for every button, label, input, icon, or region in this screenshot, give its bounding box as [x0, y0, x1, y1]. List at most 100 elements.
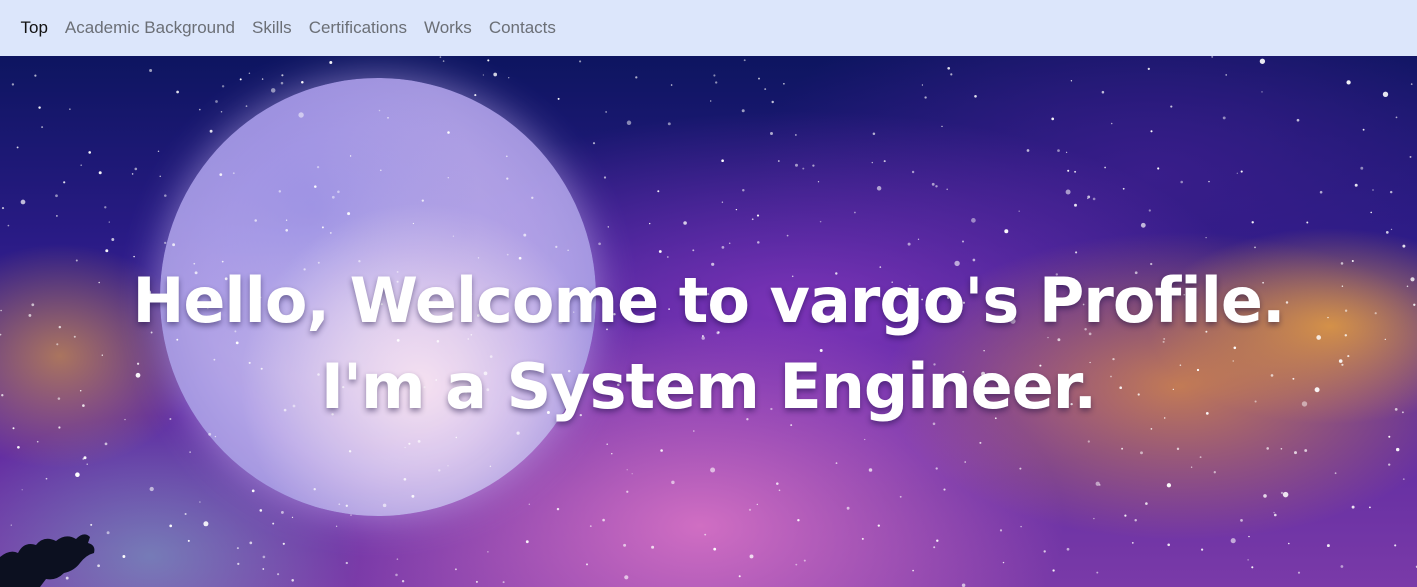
- star: [285, 219, 288, 221]
- star: [198, 108, 201, 111]
- star: [950, 73, 953, 76]
- star: [262, 555, 266, 559]
- star: [1121, 447, 1124, 450]
- star: [1190, 466, 1193, 468]
- star: [69, 108, 71, 110]
- navbar: Top Academic Background Skills Certifica…: [0, 0, 1417, 56]
- star: [439, 56, 442, 58]
- star: [758, 77, 760, 80]
- star: [285, 228, 289, 232]
- star: [555, 245, 558, 249]
- star: [280, 510, 284, 514]
- star: [98, 171, 102, 175]
- star: [301, 81, 304, 84]
- star: [122, 555, 126, 558]
- star: [232, 172, 235, 175]
- star: [658, 250, 662, 253]
- star: [974, 94, 977, 98]
- star: [236, 547, 239, 550]
- star: [349, 155, 352, 157]
- star: [585, 563, 589, 566]
- star: [1225, 74, 1228, 76]
- star: [1280, 448, 1283, 450]
- star: [776, 482, 779, 485]
- star: [1131, 542, 1134, 544]
- star: [396, 558, 399, 560]
- star: [1372, 189, 1374, 191]
- star: [88, 151, 92, 154]
- star: [1259, 58, 1266, 64]
- star: [272, 522, 275, 525]
- star: [1240, 519, 1243, 522]
- nav-item-academic-background[interactable]: Academic Background: [56, 0, 243, 56]
- star: [626, 469, 628, 471]
- star: [912, 569, 914, 572]
- star: [169, 524, 173, 528]
- star: [395, 573, 398, 577]
- star: [1280, 491, 1284, 495]
- star: [1122, 187, 1125, 190]
- star: [1388, 463, 1391, 466]
- star: [452, 235, 455, 237]
- star: [1096, 571, 1099, 574]
- star: [1087, 197, 1089, 200]
- nav-item-contacts[interactable]: Contacts: [480, 0, 564, 56]
- star: [936, 539, 939, 542]
- star: [924, 96, 927, 99]
- star: [172, 243, 176, 247]
- star: [728, 242, 731, 244]
- star: [704, 533, 707, 536]
- star: [505, 155, 508, 158]
- star: [75, 472, 80, 478]
- star: [1101, 90, 1105, 94]
- star: [36, 440, 39, 443]
- star: [721, 246, 725, 249]
- star: [757, 241, 760, 244]
- star: [635, 76, 638, 79]
- star: [795, 163, 798, 167]
- star: [1251, 221, 1254, 224]
- nav-item-certifications[interactable]: Certifications: [300, 0, 415, 56]
- star: [1075, 251, 1078, 254]
- star: [1294, 451, 1297, 455]
- star: [350, 514, 352, 516]
- star: [20, 199, 26, 205]
- star: [278, 190, 282, 193]
- star: [63, 181, 66, 184]
- star: [738, 575, 741, 578]
- star: [623, 543, 627, 547]
- star: [493, 72, 498, 77]
- star: [215, 100, 218, 103]
- star: [111, 238, 115, 241]
- star: [1166, 483, 1172, 488]
- star: [245, 105, 248, 107]
- star: [1087, 440, 1090, 443]
- star: [876, 186, 882, 191]
- star: [17, 445, 20, 449]
- star: [1147, 67, 1150, 71]
- star: [1124, 514, 1127, 517]
- star: [1180, 180, 1183, 184]
- star: [221, 85, 225, 88]
- star: [1389, 190, 1393, 194]
- nav-item-works[interactable]: Works: [415, 0, 480, 56]
- star: [1297, 571, 1301, 574]
- star: [516, 431, 520, 435]
- star: [1362, 128, 1365, 131]
- star: [607, 226, 609, 228]
- star: [713, 547, 717, 551]
- star: [531, 196, 534, 199]
- star: [606, 443, 609, 446]
- star: [80, 164, 83, 167]
- star: [605, 111, 607, 113]
- star: [176, 90, 179, 94]
- star: [1248, 535, 1250, 538]
- star: [713, 74, 716, 77]
- nav-item-skills[interactable]: Skills: [244, 0, 301, 56]
- star: [291, 516, 294, 519]
- star: [1065, 189, 1071, 195]
- star: [1140, 222, 1146, 228]
- star: [55, 194, 58, 198]
- nav-item-top[interactable]: Top: [12, 0, 56, 56]
- star: [1157, 167, 1160, 170]
